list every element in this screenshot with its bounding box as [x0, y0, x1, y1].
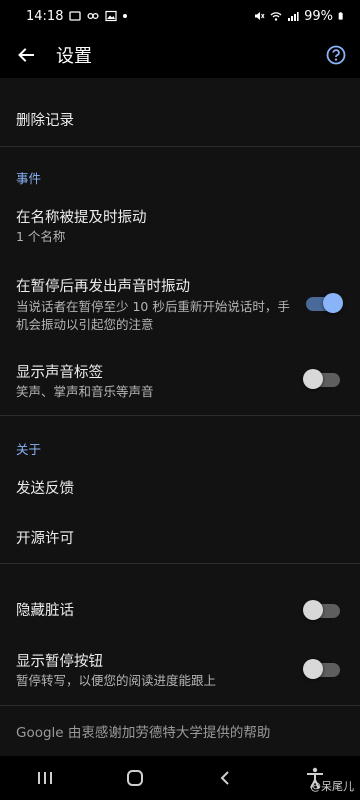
system-nav-bar	[0, 756, 360, 800]
section-header-about: 关于	[16, 442, 42, 457]
divider	[0, 563, 360, 564]
send-feedback-label: 发送反馈	[16, 481, 74, 497]
mute-icon	[255, 12, 265, 20]
help-button[interactable]	[312, 32, 360, 78]
recent-apps-icon	[38, 772, 52, 784]
vibrate-on-resume-summary: 当说话者在暂停至少 10 秒后重新开始说话时，手机会振动以引起您的注意	[16, 299, 290, 332]
toggle-knob	[303, 369, 323, 389]
toggle-knob	[303, 659, 323, 679]
show-pause-button-item[interactable]: 显示暂停按钮 暂停转写，以便您的阅读进度能跟上	[16, 652, 344, 690]
sound-labels-summary: 笑声、掌声和音乐等声音	[16, 384, 154, 399]
battery-icon	[338, 12, 343, 20]
watermark: @呆尾儿	[310, 780, 354, 793]
show-pause-button-label: 显示暂停按钮	[16, 654, 103, 670]
hide-profanity-toggle[interactable]	[303, 600, 340, 620]
section-header-events: 事件	[16, 171, 42, 186]
app-bar: 设置	[0, 32, 360, 78]
page-title: 设置	[56, 46, 92, 67]
status-time: 14:18	[26, 8, 64, 24]
open-source-licenses-item[interactable]: 开源许可	[16, 529, 344, 549]
wifi-icon	[270, 12, 282, 21]
back-button[interactable]	[0, 32, 52, 78]
app-notification-icon	[87, 12, 100, 20]
help-icon	[326, 45, 346, 65]
acknowledgement-text: Google 由衷感谢加劳德特大学提供的帮助	[16, 725, 271, 741]
back-arrow-icon	[18, 48, 34, 62]
back-chevron-icon	[220, 771, 229, 785]
vibrate-on-name-summary: 1 个名称	[16, 229, 66, 244]
vibrate-on-resume-item[interactable]: 在暂停后再发出声音时振动 当说话者在暂停至少 10 秒后重新开始说话时，手机会振…	[16, 277, 290, 334]
home-icon	[127, 770, 143, 786]
toggle-knob	[303, 600, 323, 620]
status-bar: 14:18 99%	[0, 0, 360, 32]
toggle-knob	[323, 293, 343, 313]
divider	[0, 705, 360, 706]
send-feedback-item[interactable]: 发送反馈	[16, 479, 344, 499]
divider	[0, 415, 360, 416]
delete-history-label: 删除记录	[16, 113, 74, 129]
settings-screen: 14:18 99% 设置 删除记录 事件 在名称被提及时振动 1 个名称 在暂停…	[0, 0, 360, 800]
open-source-licenses-label: 开源许可	[16, 531, 74, 547]
hide-profanity-label: 隐藏脏话	[16, 603, 74, 619]
show-pause-button-toggle[interactable]	[303, 659, 340, 679]
screenshot-icon	[69, 11, 82, 21]
vibrate-on-resume-toggle[interactable]	[306, 293, 343, 313]
sound-labels-label: 显示声音标签	[16, 365, 103, 381]
vibrate-on-resume-label: 在暂停后再发出声音时振动	[16, 279, 190, 295]
sound-labels-item[interactable]: 显示声音标签 笑声、掌声和音乐等声音	[16, 363, 344, 401]
signal-icon	[288, 12, 299, 21]
more-notifications-dot	[123, 14, 128, 18]
divider	[0, 146, 360, 147]
show-pause-button-summary: 暂停转写，以便您的阅读进度能跟上	[16, 673, 217, 688]
vibrate-on-name-item[interactable]: 在名称被提及时振动 1 个名称	[16, 208, 344, 246]
battery-percent: 99%	[304, 8, 333, 24]
hide-profanity-item[interactable]: 隐藏脏话	[16, 601, 344, 621]
back-nav-button[interactable]	[195, 756, 255, 800]
home-button[interactable]	[105, 756, 165, 800]
recent-apps-button[interactable]	[15, 756, 75, 800]
vibrate-on-name-label: 在名称被提及时振动	[16, 210, 147, 226]
delete-history-item[interactable]: 删除记录	[16, 111, 344, 131]
sound-labels-toggle[interactable]	[303, 369, 340, 389]
image-icon	[105, 10, 118, 22]
